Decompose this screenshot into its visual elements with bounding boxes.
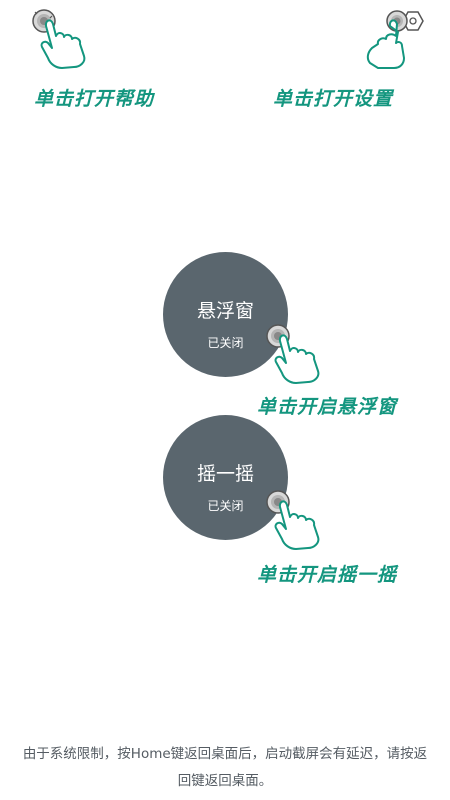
floating-window-title: 悬浮窗 [196, 300, 254, 322]
help-icon[interactable] [28, 6, 98, 70]
shake-hint-label: 单击开启摇一摇 [257, 564, 398, 586]
help-hint-label: 单击打开帮助 [34, 88, 155, 110]
floating-window-hint-label: 单击开启悬浮窗 [257, 396, 398, 418]
tap-hand-icon [266, 324, 320, 384]
settings-icon[interactable] [352, 6, 432, 70]
settings-hint-label: 单击打开设置 [273, 88, 394, 110]
notice-text: 由于系统限制，按Home键返回桌面后，启动截屏会有延迟，请按返回键返回桌面。 [22, 746, 428, 789]
tap-hand-icon [266, 490, 320, 550]
shake-title: 摇一摇 [196, 463, 254, 485]
